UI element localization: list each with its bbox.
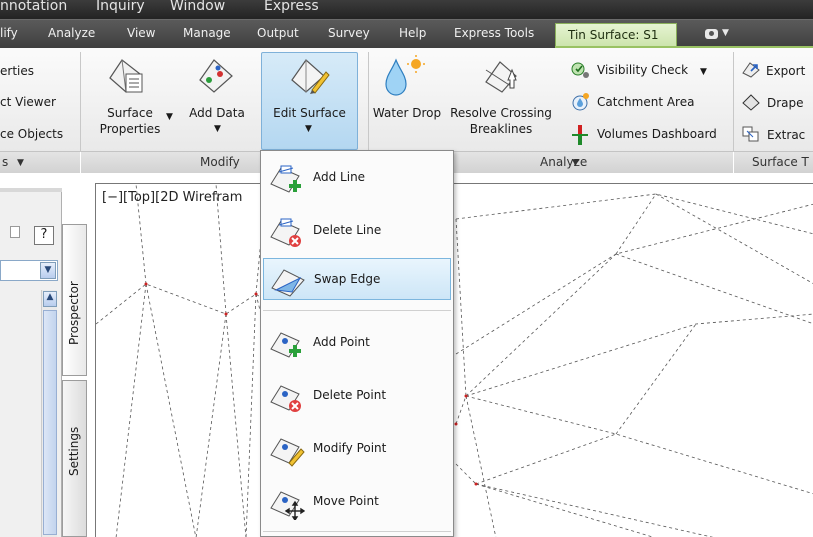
delete-line-icon <box>270 218 301 247</box>
add-line-icon <box>270 165 301 193</box>
surface-properties-label-2[interactable]: Properties <box>92 122 168 136</box>
toolspace-view-select[interactable]: ▼ <box>0 260 58 281</box>
resolve-crossing-breaklines-icon <box>482 56 522 99</box>
menu-item-modify-point-label: Modify Point <box>313 441 387 455</box>
object-viewer-link[interactable]: ct Viewer <box>0 95 56 109</box>
menu-item-move-point[interactable]: Move Point <box>263 481 451 523</box>
menu-item-add-point[interactable]: Add Point <box>263 322 451 364</box>
chevron-down-icon[interactable]: ▼ <box>214 124 221 134</box>
menu-item-move-point-label: Move Point <box>313 494 379 508</box>
visibility-check-label[interactable]: Visibility Check <box>597 63 688 77</box>
menu-inquiry[interactable]: Inquiry <box>96 0 145 14</box>
chevron-down-icon[interactable]: ▼ <box>700 67 707 77</box>
menu-item-add-line-label: Add Line <box>313 170 366 184</box>
chevron-down-icon: ▼ <box>17 158 24 168</box>
catchment-area-label[interactable]: Catchment Area <box>597 95 694 109</box>
menu-separator <box>263 310 451 311</box>
menu-item-delete-line-label: Delete Line <box>313 223 382 237</box>
add-data-label[interactable]: Add Data <box>185 106 249 120</box>
analyze-panel-footer-label: Analyze <box>540 155 588 169</box>
chevron-down-icon[interactable]: ▼ <box>722 28 729 38</box>
tab-help[interactable]: Help <box>399 26 426 40</box>
surface-properties-label-1[interactable]: Surface <box>100 106 160 120</box>
export-icon <box>741 61 761 82</box>
tab-manage[interactable]: Manage <box>183 26 231 40</box>
tab-express-tools[interactable]: Express Tools <box>454 26 534 40</box>
water-drop-label[interactable]: Water Drop <box>370 106 444 120</box>
ribbon-body: erties ct Viewer ce Objects s ▼ Surface … <box>0 48 813 173</box>
water-drop-icon <box>382 54 426 101</box>
surface-tools-panel-footer-label: Surface T <box>752 155 809 169</box>
menu-express[interactable]: Express <box>264 0 319 14</box>
toolspace-toggle-icon[interactable] <box>10 226 20 238</box>
menu-separator <box>263 531 451 532</box>
ribbon-tab-bar: lify Analyze View Manage Output Survey H… <box>0 19 813 49</box>
tab-survey[interactable]: Survey <box>328 26 370 40</box>
help-button[interactable]: ? <box>34 226 54 245</box>
toolspace-content: ? ▼ ▲ <box>0 192 62 537</box>
left-panel-footer[interactable]: s ▼ <box>0 151 80 173</box>
add-data-icon <box>196 56 236 99</box>
catchment-area-icon <box>570 92 590 115</box>
edit-surface-icon <box>288 56 330 101</box>
resolve-crossing-label-2[interactable]: Breaklines <box>460 122 542 136</box>
help-button-label: ? <box>40 227 48 242</box>
viewport-label[interactable]: [−][Top][2D Wirefram <box>102 190 242 205</box>
menu-annotation[interactable]: nnotation <box>0 0 67 14</box>
swap-edge-icon <box>271 269 305 297</box>
tab-view[interactable]: View <box>127 26 155 40</box>
resolve-crossing-label-1[interactable]: Resolve Crossing <box>448 106 554 120</box>
menu-window[interactable]: Window <box>170 0 225 14</box>
menu-item-modify-point[interactable]: Modify Point <box>263 428 451 470</box>
camera-icon[interactable] <box>705 29 718 39</box>
menu-item-delete-line[interactable]: Delete Line <box>263 210 451 252</box>
menu-item-swap-edge-label: Swap Edge <box>314 272 381 286</box>
tab-modify[interactable]: lify <box>0 26 18 40</box>
volumes-dashboard-icon <box>572 125 588 148</box>
tab-settings[interactable]: Settings <box>62 380 87 537</box>
drape-icon <box>741 93 761 114</box>
tab-analyze[interactable]: Analyze <box>48 26 95 40</box>
tab-prospector[interactable]: Prospector <box>62 224 87 376</box>
surface-objects-link[interactable]: ce Objects <box>0 127 63 141</box>
menu-item-delete-point-label: Delete Point <box>313 388 387 402</box>
move-point-icon <box>270 491 305 520</box>
menu-bar: nnotation Inquiry Window Express <box>0 0 813 19</box>
toolspace-tabs: Prospector Settings <box>62 224 87 537</box>
surface-properties-icon <box>106 56 146 99</box>
properties-link[interactable]: erties <box>0 64 34 78</box>
modify-point-icon <box>270 438 305 467</box>
tab-settings-label: Settings <box>67 426 81 476</box>
volumes-dashboard-label[interactable]: Volumes Dashboard <box>597 127 717 141</box>
delete-point-icon <box>270 385 301 412</box>
tab-prospector-label: Prospector <box>67 281 81 345</box>
tin-surface-wireframe <box>96 184 813 537</box>
drawing-viewport[interactable]: [−][Top][2D Wirefram <box>95 183 813 537</box>
modify-panel-footer-label: Modify <box>200 155 240 169</box>
extract-icon <box>741 125 761 146</box>
scrollbar-thumb[interactable] <box>43 310 57 535</box>
tab-tin-surface-label: Tin Surface: S1 <box>568 28 659 42</box>
chevron-down-icon[interactable]: ▼ <box>40 262 56 279</box>
chevron-down-icon: ▼ <box>572 158 579 168</box>
left-panel-footer-label: s <box>2 155 9 169</box>
chevron-up-icon[interactable]: ▲ <box>43 291 57 307</box>
toolspace-palette: ? ▼ ▲ Prospector Settings <box>0 174 95 537</box>
edit-surface-dropdown: Add Line Delete Line Swap Edge Add Point <box>260 150 454 537</box>
toolspace-scrollbar[interactable]: ▲ <box>41 290 57 537</box>
tab-output[interactable]: Output <box>257 26 299 40</box>
drape-label[interactable]: Drape <box>767 96 804 110</box>
edit-surface-label: Edit Surface <box>273 106 346 120</box>
chevron-down-icon: ▼ <box>305 124 312 134</box>
add-point-icon <box>270 332 301 358</box>
visibility-check-icon <box>570 61 590 82</box>
surface-tools-panel-footer[interactable]: Surface T <box>734 151 813 173</box>
menu-item-swap-edge[interactable]: Swap Edge <box>263 258 451 300</box>
extract-label[interactable]: Extrac <box>767 128 805 142</box>
chevron-down-icon[interactable]: ▼ <box>166 112 173 122</box>
menu-item-add-line[interactable]: Add Line <box>263 157 451 199</box>
export-label[interactable]: Export <box>766 64 805 78</box>
menu-item-delete-point[interactable]: Delete Point <box>263 375 451 417</box>
menu-item-add-point-label: Add Point <box>313 335 370 349</box>
